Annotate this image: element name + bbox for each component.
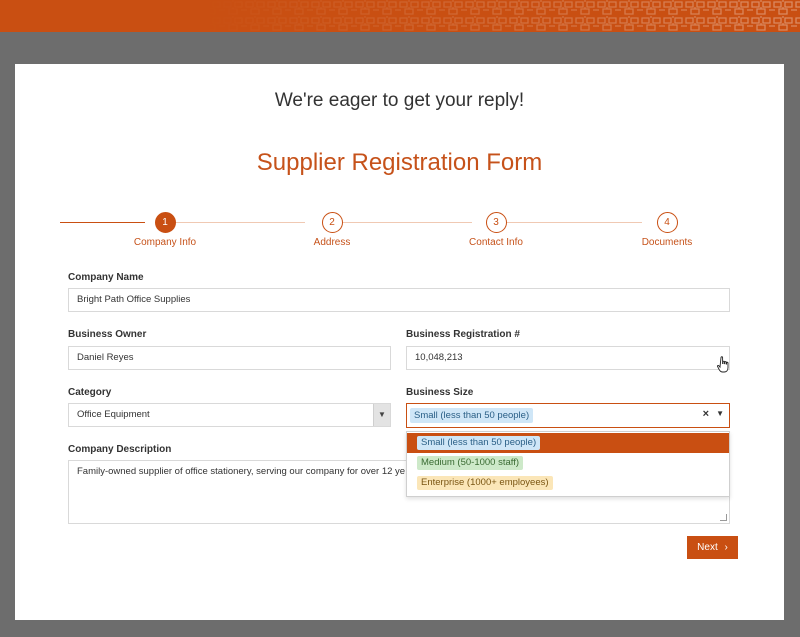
category-select[interactable]: Office Equipment ▼ bbox=[68, 403, 391, 427]
business-owner-label: Business Owner bbox=[68, 329, 147, 340]
step-label: Company Info bbox=[133, 237, 197, 248]
dropdown-arrow-icon[interactable]: ▼ bbox=[373, 404, 390, 426]
header-banner bbox=[0, 0, 800, 32]
step-number: 1 bbox=[154, 212, 176, 233]
description-label: Company Description bbox=[68, 444, 172, 455]
resize-handle-icon[interactable] bbox=[720, 514, 727, 521]
step-company-info[interactable]: 1 Company Info bbox=[105, 212, 225, 248]
option-tag: Medium (50-1000 staff) bbox=[417, 456, 524, 470]
form-title: Supplier Registration Form bbox=[256, 149, 543, 176]
step-number: 4 bbox=[656, 212, 678, 233]
option-medium[interactable]: Medium (50-1000 staff) bbox=[407, 453, 729, 473]
next-button[interactable]: Next › bbox=[687, 536, 738, 559]
description-text: Family-owned supplier of office statione… bbox=[77, 466, 406, 477]
category-label: Category bbox=[68, 387, 112, 398]
tagline: We're eager to get your reply! bbox=[274, 90, 525, 111]
option-small[interactable]: Small (less than 50 people) bbox=[407, 433, 729, 453]
category-value: Office Equipment bbox=[77, 409, 150, 420]
company-name-label: Company Name bbox=[68, 272, 144, 283]
next-label: Next bbox=[697, 542, 718, 553]
registration-input[interactable]: 10,048,213 bbox=[406, 346, 730, 370]
chevron-down-icon[interactable]: ▼ bbox=[716, 409, 724, 418]
company-name-input[interactable]: Bright Path Office Supplies bbox=[68, 288, 730, 312]
option-enterprise[interactable]: Enterprise (1000+ employees) bbox=[407, 473, 729, 493]
step-number: 3 bbox=[485, 212, 507, 233]
business-size-dropdown: Small (less than 50 people) Medium (50-1… bbox=[406, 431, 730, 497]
step-documents[interactable]: 4 Documents bbox=[607, 212, 727, 248]
step-number: 2 bbox=[321, 212, 343, 233]
progress-stepper: 1 Company Info 2 Address 3 Contact Info … bbox=[60, 212, 750, 252]
form-card: We're eager to get your reply! Supplier … bbox=[15, 64, 784, 620]
step-label: Address bbox=[313, 237, 351, 248]
option-tag: Small (less than 50 people) bbox=[417, 436, 541, 450]
step-contact-info[interactable]: 3 Contact Info bbox=[436, 212, 556, 248]
clear-icon[interactable]: × bbox=[703, 408, 709, 420]
business-size-select[interactable]: Small (less than 50 people) × ▼ bbox=[406, 403, 730, 428]
step-address[interactable]: 2 Address bbox=[272, 212, 392, 248]
registration-label: Business Registration # bbox=[406, 329, 520, 340]
business-size-label: Business Size bbox=[406, 387, 474, 398]
hand-cursor-icon bbox=[717, 356, 729, 373]
business-size-chip: Small (less than 50 people) bbox=[410, 408, 534, 423]
banner-pattern bbox=[200, 0, 800, 32]
option-tag: Enterprise (1000+ employees) bbox=[417, 476, 553, 490]
chevron-right-icon: › bbox=[724, 542, 728, 553]
step-label: Documents bbox=[641, 237, 693, 248]
step-label: Contact Info bbox=[469, 237, 523, 248]
business-owner-input[interactable]: Daniel Reyes bbox=[68, 346, 391, 370]
